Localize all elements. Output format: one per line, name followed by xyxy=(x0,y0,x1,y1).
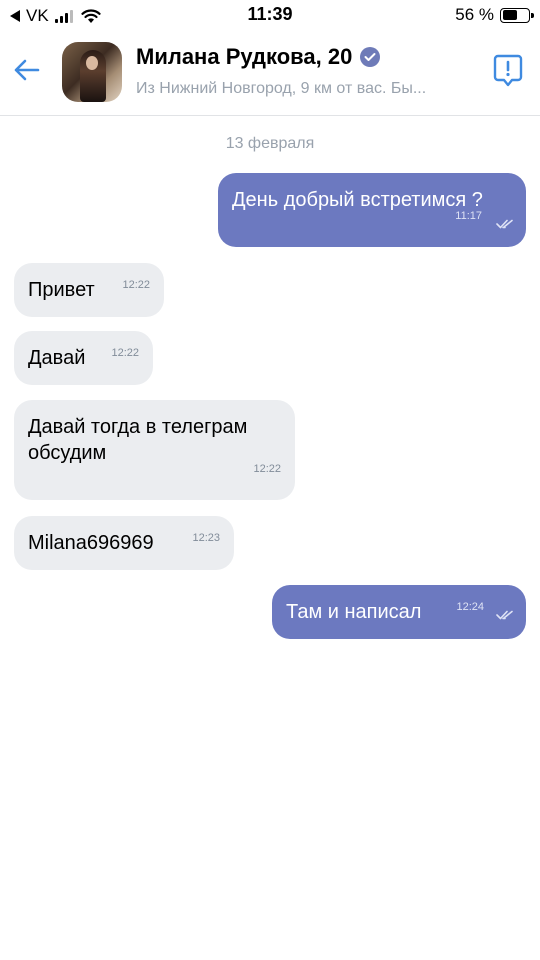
read-checkmarks-icon xyxy=(496,219,513,229)
arrow-left-icon xyxy=(14,59,40,81)
message-time: 11:17 xyxy=(455,210,482,222)
message-bubble-incoming[interactable]: Привет 12:22 xyxy=(14,263,164,317)
message-time: 12:22 xyxy=(253,463,281,475)
status-right: 56 % xyxy=(455,5,534,25)
message-bubble-outgoing[interactable]: День добрый встретимся ? 11:17 xyxy=(218,173,526,247)
message-bubble-outgoing[interactable]: Там и написал 12:24 xyxy=(272,585,526,639)
message-text: Milana696969 xyxy=(28,532,154,554)
message-time: 12:22 xyxy=(122,279,150,291)
contact-subtitle[interactable]: Из Нижний Новгород, 9 км от вас. Бы... xyxy=(136,80,476,98)
contact-name: Милана Рудкова, 20 xyxy=(136,44,353,69)
message-bubble-incoming[interactable]: Milana696969 12:23 xyxy=(14,516,234,570)
read-checkmarks-icon xyxy=(496,610,513,620)
battery-fill xyxy=(502,10,517,20)
report-button[interactable] xyxy=(490,52,526,90)
message-time: 12:24 xyxy=(456,601,484,613)
back-button[interactable] xyxy=(8,52,44,88)
chat-header: Милана Рудкова, 20 Из Нижний Новгород, 9… xyxy=(0,30,540,116)
message-time: 12:22 xyxy=(111,347,139,359)
message-text-line-1: Давай тогда в телеграм xyxy=(28,416,248,438)
verified-icon xyxy=(360,47,381,67)
message-text-line-2: обсудим xyxy=(28,442,107,464)
date-separator: 13 февраля xyxy=(225,135,315,152)
message-bubble-incoming[interactable]: Давай тогда в телеграм обсудим 12:22 xyxy=(14,400,295,500)
battery-icon xyxy=(500,7,534,23)
message-bubble-incoming[interactable]: Давай 12:22 xyxy=(14,331,153,385)
battery-percent: 56 % xyxy=(455,5,494,24)
report-icon xyxy=(493,54,523,87)
status-bar: VK 11:39 56 % xyxy=(0,0,540,30)
contact-name-row[interactable]: Милана Рудкова, 20 xyxy=(136,44,381,70)
avatar[interactable] xyxy=(62,42,122,102)
message-time: 12:23 xyxy=(192,532,220,544)
